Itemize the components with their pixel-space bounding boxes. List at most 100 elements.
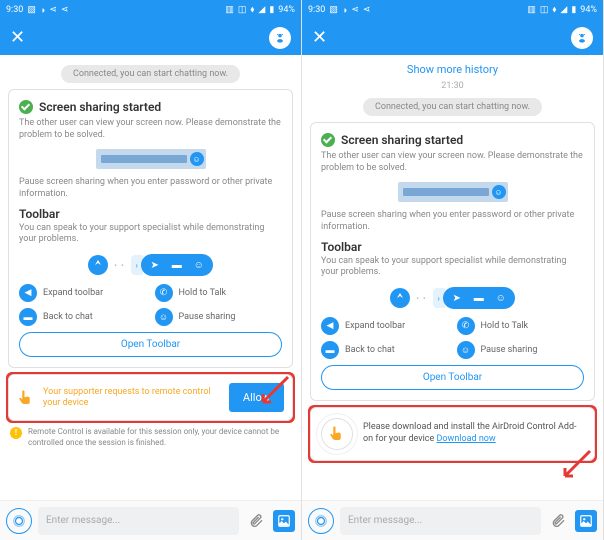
expand-icon: ◀ [19, 284, 37, 302]
info-badge-icon: ! [10, 427, 22, 439]
screenshare-card: Screen sharing started The other user ca… [8, 89, 293, 368]
image-icon[interactable] [273, 510, 295, 532]
clock: 9:30 [6, 5, 23, 15]
notif-icon: ▧ [27, 5, 36, 15]
message-footer: Enter message... [0, 500, 301, 540]
download-link[interactable]: Download now [437, 434, 496, 444]
battery-percent: 94% [580, 5, 597, 15]
rc-info-text: Remote Control is available for this ses… [28, 427, 291, 448]
toolbar-description: You can speak to your support specialist… [321, 256, 584, 279]
open-toolbar-button[interactable]: Open Toolbar [321, 365, 584, 390]
toolbar-preview: • • › ➤ ▬ ☺ [19, 254, 282, 276]
notif-icon: ⋖ [351, 5, 359, 15]
bot-icon: ☺ [190, 152, 204, 166]
allow-button[interactable]: Allow [229, 383, 284, 412]
check-circle-icon [321, 133, 335, 147]
close-icon[interactable]: ✕ [10, 27, 25, 48]
pause-warning: Pause screen sharing when you enter pass… [321, 210, 584, 233]
chat-timestamp: 21:30 [310, 78, 595, 94]
bot-avatar-icon[interactable] [269, 27, 291, 49]
toolbar-mini-preview: ☺ [96, 149, 206, 169]
clock: 9:30 [308, 5, 325, 15]
card-title: Screen sharing started [39, 100, 161, 114]
attachment-icon[interactable] [245, 510, 267, 532]
android-statusbar: 9:30 ▧ ◑ ⋖ ⋖ ▥ ◫ ⬧ ◢ ▮ 94% [302, 0, 603, 20]
battery-icon: ▮ [269, 5, 274, 15]
legend-label: Expand toolbar [345, 321, 405, 331]
toolbar-section-title: Toolbar [19, 207, 282, 221]
card-description: The other user can view your screen now.… [19, 118, 282, 141]
legend-label: Back to chat [345, 345, 395, 355]
notif-icon: ◑ [40, 5, 45, 16]
battery-icon: ▮ [571, 5, 576, 15]
dots-icon: • • [114, 261, 124, 270]
voice-button[interactable] [6, 508, 32, 534]
bot-icon: ☺ [189, 255, 209, 275]
open-toolbar-button[interactable]: Open Toolbar [19, 332, 282, 357]
request-text: Your supporter requests to remote contro… [43, 387, 221, 409]
toolbar-legend: ◀ Expand toolbar ✆ Hold to Talk ▬ Back to c… [321, 317, 584, 359]
toolbar-pill: ➤ ▬ ☺ [141, 254, 213, 276]
vibrate-icon: ◫ [238, 5, 247, 15]
message-footer: Enter message... [302, 500, 603, 540]
toolbar-section-title: Toolbar [321, 240, 584, 254]
legend-label: Expand toolbar [43, 288, 103, 298]
voice-button[interactable] [308, 508, 334, 534]
dots-icon: • • [416, 294, 426, 303]
app-header: ✕ [302, 20, 603, 55]
hand-tap-icon [17, 389, 35, 407]
notif-icon: ⋖ [363, 5, 371, 15]
signal-icon: ◢ [560, 5, 567, 15]
chat-content: Connected, you can start chatting now. S… [0, 55, 301, 500]
notif-icon: ⋖ [49, 5, 57, 15]
battery-percent: 94% [278, 5, 295, 15]
legend-label: Hold to Talk [481, 321, 529, 331]
chat-icon: ▬ [19, 308, 37, 326]
mic-icon: ✆ [155, 284, 173, 302]
expand-icon: ◀ [321, 317, 339, 335]
nfc-icon: ▥ [225, 5, 234, 15]
wifi-icon: ⬧ [552, 5, 556, 15]
nfc-icon: ▥ [527, 5, 536, 15]
toolbar-preview: • • › ➤ ▬ ☺ [321, 287, 584, 309]
chat-content: Show more history 21:30 Connected, you c… [302, 55, 603, 500]
check-circle-icon [19, 100, 33, 114]
connection-status-pill: Connected, you can start chatting now. [61, 65, 240, 83]
chat-icon: ▬ [321, 341, 339, 359]
close-icon[interactable]: ✕ [312, 27, 327, 48]
toolbar-legend: ◀ Expand toolbar ✆ Hold to Talk ▬ Back to c… [19, 284, 282, 326]
expand-icon [88, 255, 108, 275]
legend-label: Back to chat [43, 312, 93, 322]
rc-info-row: ! Remote Control is available for this s… [10, 427, 291, 448]
android-statusbar: 9:30 ▧ ◑ ⋖ ⋖ ▥ ◫ ⬧ ◢ ▮ 94% [0, 0, 301, 20]
vibrate-icon: ◫ [540, 5, 549, 15]
mic-icon: ✆ [457, 317, 475, 335]
toolbar-description: You can speak to your support specialist… [19, 223, 282, 246]
signal-icon: ◢ [258, 5, 265, 15]
attachment-icon[interactable] [547, 510, 569, 532]
toolbar-pill: ➤ ▬ ☺ [443, 287, 515, 309]
connection-status-pill: Connected, you can start chatting now. [363, 98, 542, 116]
send-icon: ➤ [145, 255, 165, 275]
legend-label: Pause sharing [481, 345, 538, 355]
chat-icon: ▬ [469, 288, 489, 308]
image-icon[interactable] [575, 510, 597, 532]
bot-avatar-icon[interactable] [571, 27, 593, 49]
card-description: The other user can view your screen now.… [321, 151, 584, 174]
message-input[interactable]: Enter message... [38, 507, 239, 535]
bot-icon: ☺ [492, 185, 506, 199]
tap-gesture-icon [321, 418, 353, 450]
show-history-link[interactable]: Show more history [310, 61, 595, 78]
card-title: Screen sharing started [341, 133, 463, 147]
message-input[interactable]: Enter message... [340, 507, 541, 535]
remote-control-request-card: Your supporter requests to remote contro… [8, 374, 293, 421]
chat-icon: ▬ [167, 255, 187, 275]
download-text: Please download and install the AirDroid… [363, 422, 584, 445]
toolbar-mini-preview: ☺ [398, 182, 508, 202]
notif-icon: ⋖ [61, 5, 69, 15]
pause-warning: Pause screen sharing when you enter pass… [19, 177, 282, 200]
legend-label: Pause sharing [179, 312, 236, 322]
bot-icon: ☺ [491, 288, 511, 308]
pause-icon: ☺ [457, 341, 475, 359]
legend-label: Hold to Talk [179, 288, 227, 298]
